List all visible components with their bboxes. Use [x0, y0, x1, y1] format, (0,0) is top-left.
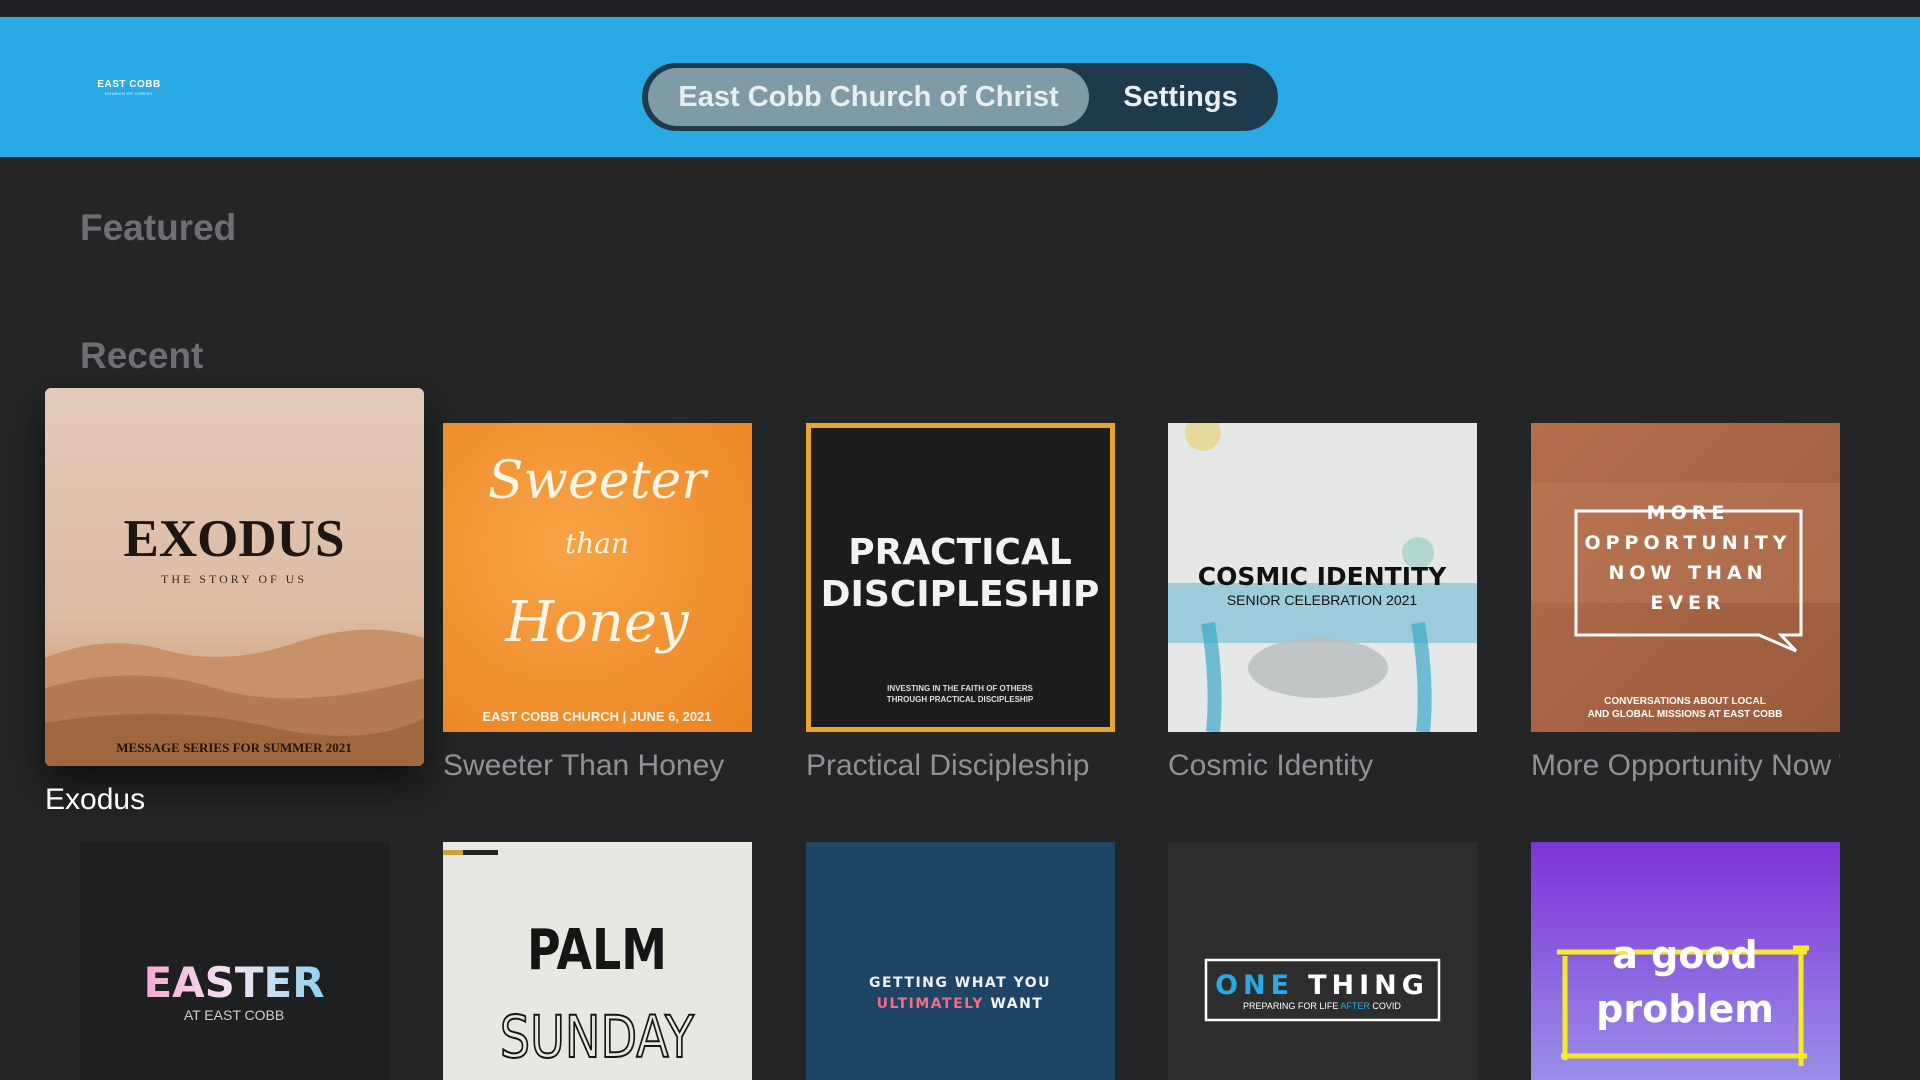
honey-footer: EAST COBB CHURCH | JUNE 6, 2021: [482, 709, 711, 724]
getting-what-you-want-artwork: GETTING WHAT YOU ULTIMATELY WANT: [806, 842, 1115, 1080]
caption-more-opportunity: More Opportunity Now Than Ever: [1531, 749, 1840, 782]
one-thing-artwork: ONE THING PREPARING FOR LIFE AFTER COVID: [1168, 842, 1477, 1080]
caption-sweeter-than-honey: Sweeter Than Honey: [443, 749, 725, 782]
caption-practical-discipleship: Practical Discipleship: [806, 749, 1090, 782]
sweeter-than-honey-artwork: Sweeter than Honey EAST COBB CHURCH | JU…: [443, 423, 752, 732]
exodus-artwork: EXODUS THE STORY OF US MESSAGE SERIES FO…: [45, 388, 424, 766]
tile-more-opportunity[interactable]: MORE OPPORTUNITY NOW THAN EVER CONVERSAT…: [1531, 423, 1840, 732]
caption-cosmic-identity: Cosmic Identity: [1168, 749, 1374, 782]
tile-palm-sunday[interactable]: PALM SUNDAY: [443, 842, 752, 1080]
tab-east-cobb[interactable]: East Cobb Church of Christ: [648, 68, 1089, 126]
getting-line-2: ULTIMATELY WANT: [877, 996, 1044, 1012]
more-footer-1: CONVERSATIONS ABOUT LOCAL: [1604, 696, 1766, 707]
tab-settings[interactable]: Settings: [1089, 68, 1272, 126]
thing-word: THING: [1308, 970, 1429, 1001]
getting-line-1: GETTING WHAT YOU: [869, 975, 1051, 991]
easter-artwork: EASTER AT EAST COBB: [80, 842, 389, 1080]
caption-exodus: Exodus: [45, 783, 146, 816]
exodus-headline: EXODUS: [124, 510, 345, 568]
tile-sweeter-than-honey[interactable]: Sweeter than Honey EAST COBB CHURCH | JU…: [443, 423, 752, 732]
more-line-4: EVER: [1650, 592, 1725, 614]
top-strip: [0, 0, 1920, 17]
one-thing-sub-2: AFTER: [1340, 1001, 1370, 1011]
more-opportunity-artwork: MORE OPPORTUNITY NOW THAN EVER CONVERSAT…: [1531, 423, 1840, 732]
sunday-word: SUNDAY: [500, 1003, 695, 1071]
cosmic-sub: SENIOR CELEBRATION 2021: [1227, 592, 1418, 608]
practical-discipleship-artwork: PRACTICAL DISCIPLESHIP INVESTING IN THE …: [806, 423, 1115, 732]
recent-heading: Recent: [80, 335, 204, 376]
honey-word: Honey: [504, 590, 690, 655]
one-word: ONE: [1215, 970, 1294, 1001]
tile-cosmic-identity[interactable]: COSMIC IDENTITY SENIOR CELEBRATION 2021: [1168, 423, 1477, 732]
logo-line-1: EAST COBB: [97, 79, 161, 90]
tile-practical-discipleship[interactable]: PRACTICAL DISCIPLESHIP INVESTING IN THE …: [806, 423, 1115, 732]
one-thing-sub: PREPARING FOR LIFE AFTER COVID: [1243, 1001, 1401, 1011]
logo-line-2: CHURCH OF CHRIST: [105, 91, 153, 96]
church-logo: EAST COBB CHURCH OF CHRIST: [94, 79, 164, 96]
more-line-1: MORE: [1647, 502, 1730, 524]
easter-headline: EASTER: [143, 958, 324, 1007]
exodus-sub: THE STORY OF US: [161, 572, 307, 586]
tile-one-thing[interactable]: ONE THING PREPARING FOR LIFE AFTER COVID: [1168, 842, 1477, 1080]
tile-exodus[interactable]: EXODUS THE STORY OF US MESSAGE SERIES FO…: [45, 388, 424, 766]
one-thing-headline: ONE THING: [1215, 970, 1429, 1001]
cosmic-headline: COSMIC IDENTITY: [1198, 562, 1447, 591]
palm-sunday-artwork: PALM SUNDAY: [443, 842, 752, 1080]
exodus-footer: MESSAGE SERIES FOR SUMMER 2021: [116, 740, 351, 755]
one-thing-sub-3: COVID: [1370, 1001, 1402, 1011]
more-line-2: OPPORTUNITY: [1584, 532, 1791, 554]
tile-easter[interactable]: EASTER AT EAST COBB: [80, 842, 389, 1080]
discipleship-footer-1: INVESTING IN THE FAITH OF OTHERS: [887, 684, 1033, 693]
cosmic-identity-artwork: COSMIC IDENTITY SENIOR CELEBRATION 2021: [1168, 423, 1477, 732]
more-footer-2: AND GLOBAL MISSIONS AT EAST COBB: [1588, 709, 1783, 720]
featured-heading: Featured: [80, 207, 237, 248]
problem-word: problem: [1596, 987, 1774, 1031]
tab-bar: East Cobb Church of Christ Settings: [642, 63, 1278, 131]
good-word: a good: [1612, 933, 1758, 977]
discipleship-word: DISCIPLESHIP: [821, 574, 1100, 615]
tile-a-good-problem[interactable]: a good problem: [1531, 842, 1840, 1080]
sweeter-word: Sweeter: [488, 451, 709, 511]
tile-getting-what-you-want[interactable]: GETTING WHAT YOU ULTIMATELY WANT: [806, 842, 1115, 1080]
want-word: WANT: [984, 996, 1043, 1012]
practical-word: PRACTICAL: [848, 532, 1072, 573]
more-line-3: NOW THAN: [1608, 562, 1767, 584]
palm-word: PALM: [527, 918, 667, 984]
one-thing-sub-1: PREPARING FOR LIFE: [1243, 1001, 1340, 1011]
discipleship-footer-2: THROUGH PRACTICAL DISCIPLESHIP: [887, 695, 1034, 704]
than-word: than: [565, 527, 629, 560]
easter-sub: AT EAST COBB: [184, 1007, 284, 1023]
a-good-problem-artwork: a good problem: [1531, 842, 1840, 1080]
header-bar: EAST COBB CHURCH OF CHRIST East Cobb Chu…: [0, 17, 1920, 157]
ultimately-word: ULTIMATELY: [877, 996, 984, 1012]
